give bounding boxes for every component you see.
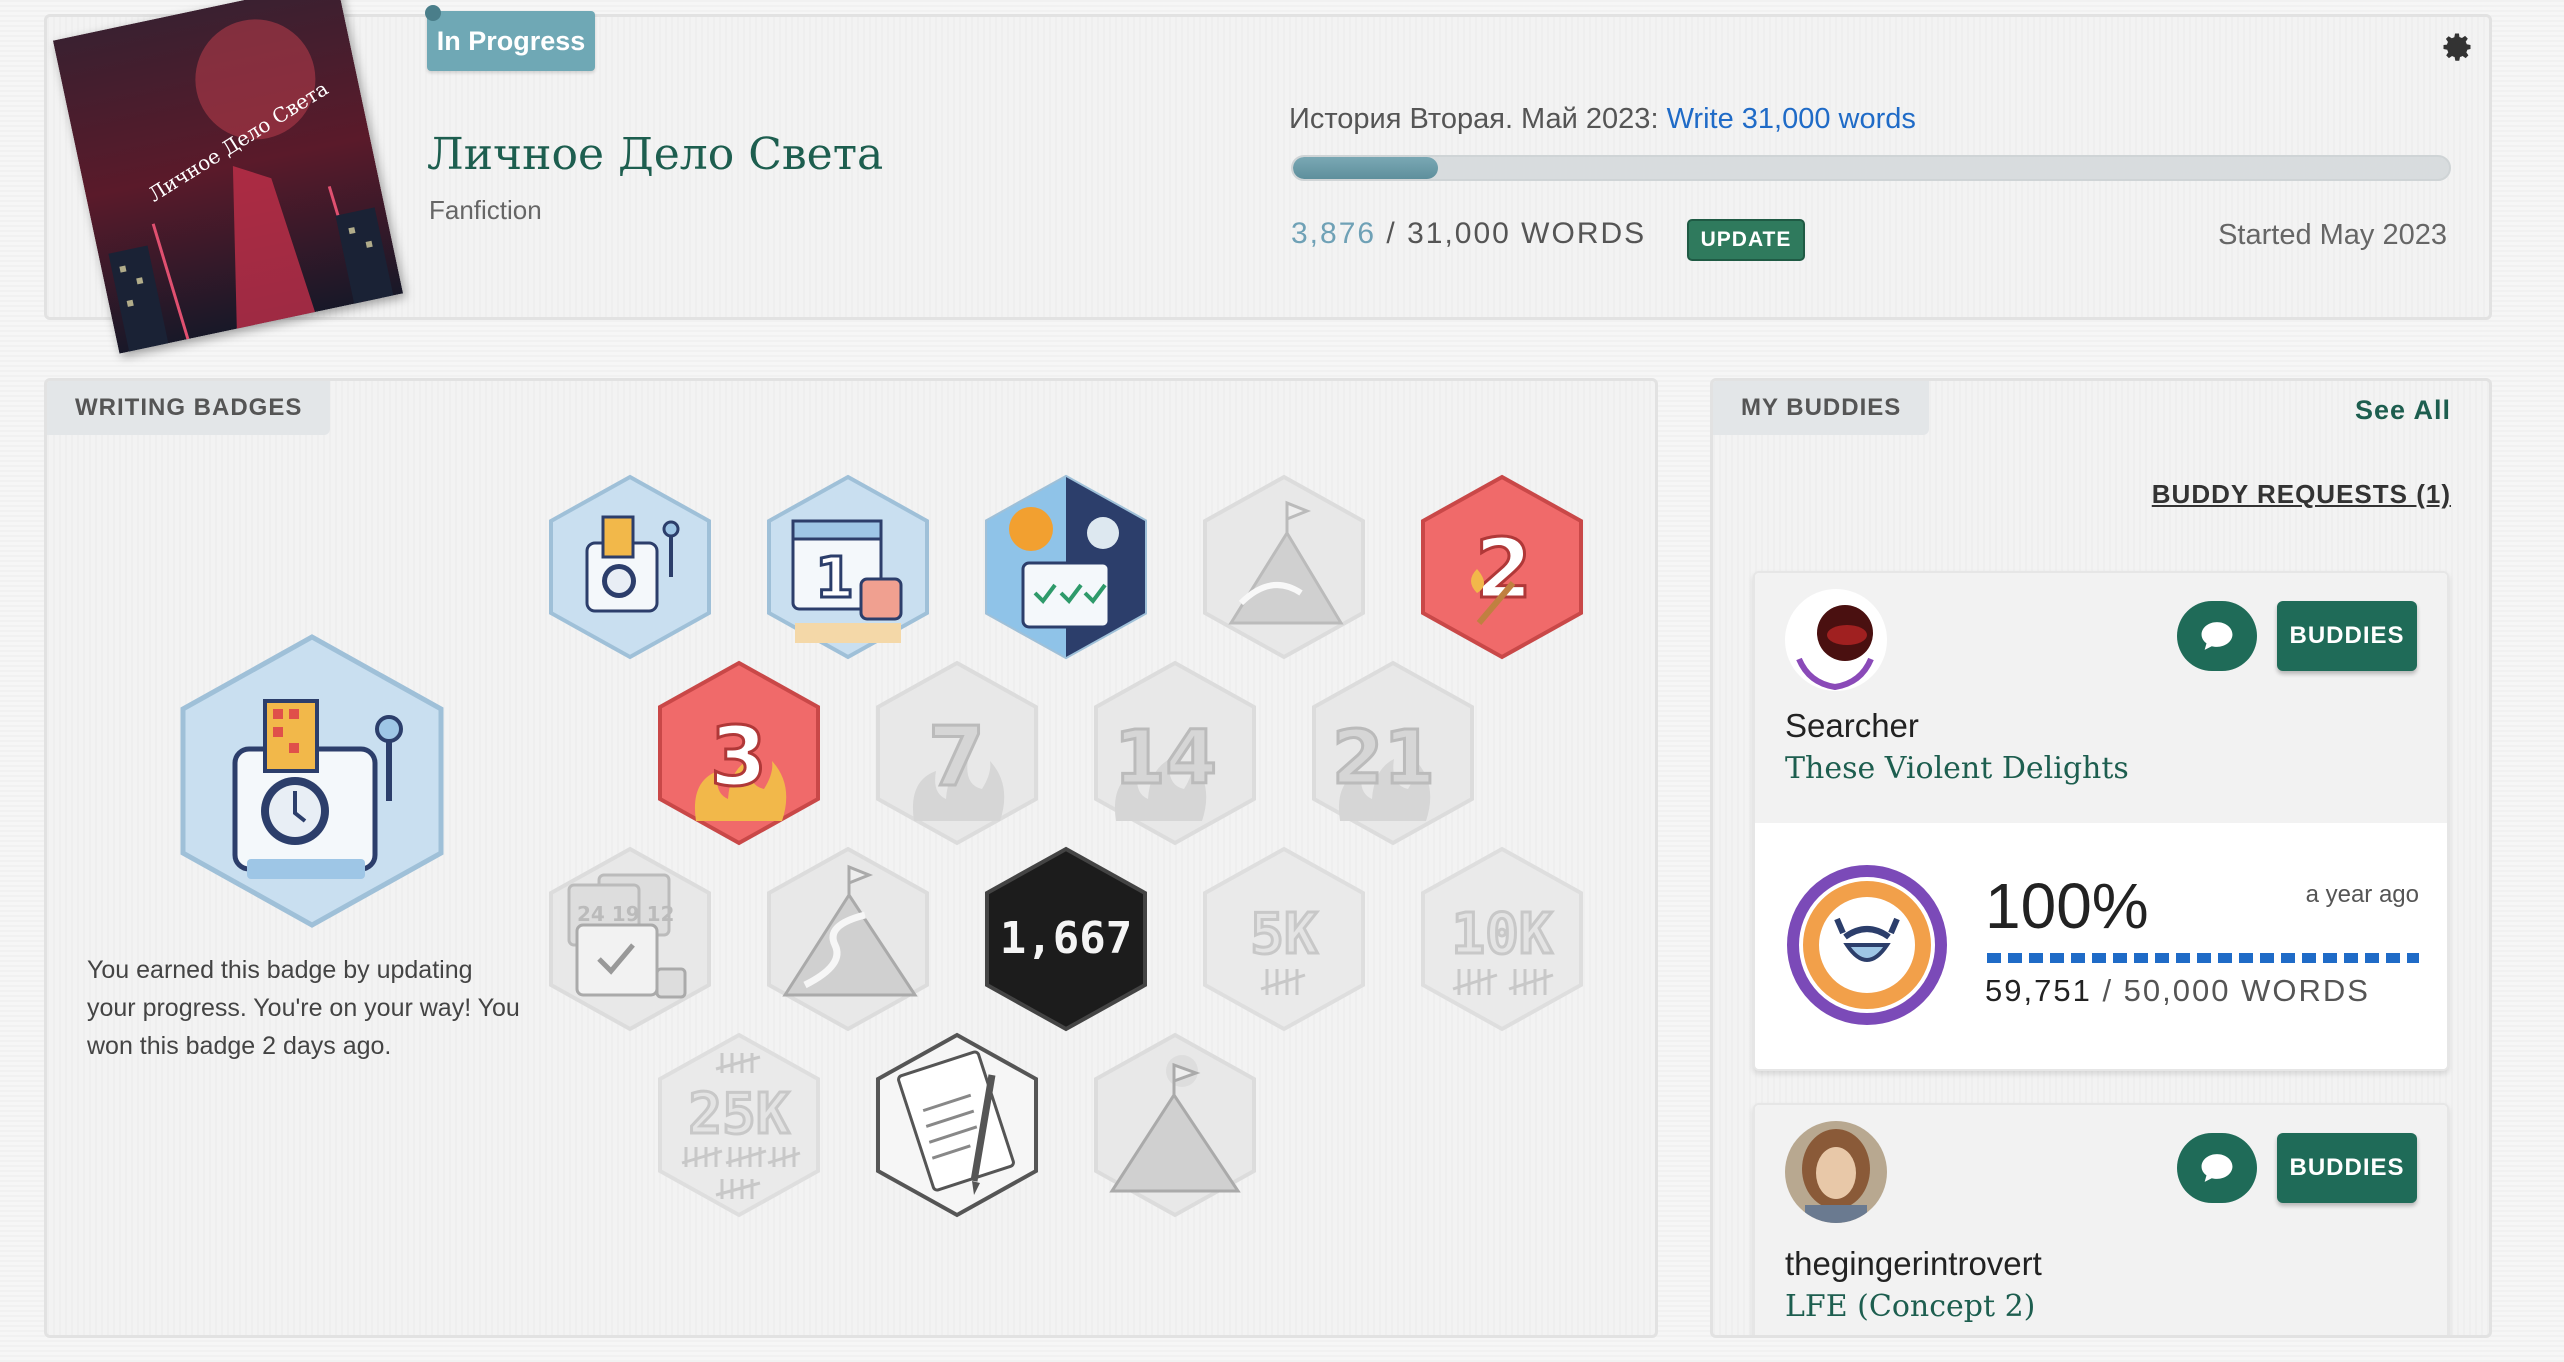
badge-streak-3[interactable]: 3	[656, 659, 822, 847]
badge-description: You earned this badge by updating your p…	[87, 956, 520, 1060]
badge-label: 10K	[1451, 902, 1552, 967]
badge-mountain-path[interactable]	[765, 845, 931, 1033]
project-progress-fill	[1293, 157, 1438, 179]
badge-calendar-mug[interactable]: 1	[765, 473, 931, 661]
buddy-card: BUDDIES Searcher These Violent Delights …	[1753, 571, 2449, 1071]
message-button[interactable]	[2177, 601, 2257, 671]
started-date: Started May 2023	[2218, 219, 2447, 251]
writing-badges-panel: WRITING BADGES You earned this badge by …	[44, 378, 1658, 1338]
buddy-percent: 100%	[1985, 870, 2149, 942]
buddy-name[interactable]: Searcher	[1785, 707, 1919, 745]
badge-match-flame[interactable]: 2	[1419, 473, 1585, 661]
badge-label: 1	[815, 546, 854, 611]
message-button[interactable]	[2177, 1133, 2257, 1203]
project-genre: Fanfiction	[429, 195, 542, 225]
badge-sun-calendar[interactable]	[983, 473, 1149, 661]
badge-mountain-flag[interactable]	[1201, 473, 1367, 661]
buddy-project-title[interactable]: These Violent Delights	[1785, 751, 2129, 786]
badge-10k-words[interactable]: 10K	[1419, 845, 1585, 1033]
badge-label: 1,667	[1000, 913, 1132, 964]
goal-link[interactable]: Write 31,000 words	[1667, 103, 1916, 135]
my-buddies-tab: MY BUDDIES	[1713, 381, 1930, 435]
badge-label: 3	[710, 710, 767, 805]
avatar[interactable]	[1785, 589, 1887, 691]
buddy-card-header: BUDDIES Searcher These Violent Delights	[1755, 573, 2447, 823]
project-cover-image[interactable]: Личное Дело Света	[52, 0, 404, 354]
goal-prefix: История Вторая. Май 2023:	[1289, 103, 1667, 135]
badge-streak-21[interactable]: 21	[1310, 659, 1476, 847]
buddy-word-count: 59,751 / 50,000 WORDS	[1985, 973, 2370, 1009]
chat-bubble-icon	[2201, 622, 2233, 650]
buddy-words-goal: 50,000 WORDS	[2123, 973, 2370, 1008]
badge-label: 2	[1475, 522, 1532, 617]
buddy-card: BUDDIES thegingerintrovert LFE (Concept …	[1753, 1103, 2449, 1335]
buddy-requests-link[interactable]: BUDDY REQUESTS (1)	[2152, 479, 2451, 510]
badge-calendar-stack[interactable]: 24 19 12	[547, 845, 713, 1033]
buddy-project-title[interactable]: LFE (Concept 2)	[1785, 1289, 2035, 1324]
project-title[interactable]: Личное Дело Света	[427, 129, 883, 180]
buddy-words-current: 59,751	[1985, 973, 2092, 1008]
project-progress-bar	[1291, 155, 2451, 181]
badge-notebook-pen[interactable]	[874, 1031, 1040, 1219]
gear-icon[interactable]	[2439, 29, 2475, 65]
buddies-button[interactable]: BUDDIES	[2277, 601, 2417, 671]
update-button[interactable]: UPDATE	[1687, 219, 1805, 261]
writing-badges-tab: WRITING BADGES	[47, 381, 331, 435]
word-count-separator: /	[1376, 217, 1408, 250]
avatar[interactable]	[1785, 1121, 1887, 1223]
status-badge: In Progress	[425, 5, 595, 71]
badge-label: 24 19 12	[577, 902, 674, 926]
badge-label: 14	[1114, 715, 1217, 801]
chat-bubble-icon	[2201, 1154, 2233, 1182]
badge-label: 7	[928, 710, 985, 805]
buddy-updated-time: a year ago	[2305, 881, 2419, 908]
progress-ring	[1787, 865, 1947, 1025]
badge-1667-words[interactable]: 1,667	[983, 845, 1149, 1033]
badge-label: 25K	[688, 1082, 789, 1147]
goal-line: История Вторая. Май 2023: Write 31,000 w…	[1289, 103, 1916, 136]
word-count-goal: 31,000 WORDS	[1407, 217, 1647, 250]
badge-5k-words[interactable]: 5K	[1201, 845, 1367, 1033]
buddy-words-separator: /	[2091, 973, 2124, 1008]
my-buddies-panel: MY BUDDIES See All BUDDY REQUESTS (1) BU…	[1710, 378, 2492, 1338]
buddy-name[interactable]: thegingerintrovert	[1785, 1245, 2042, 1283]
badge-label: 21	[1332, 715, 1435, 801]
word-count-current: 3,876	[1291, 217, 1377, 250]
buddy-progress: 100% a year ago 59,751 / 50,000 WORDS	[1755, 823, 2447, 1069]
badge-summit-flag[interactable]	[1092, 1031, 1258, 1219]
badge-25k-words[interactable]: 25K	[656, 1031, 822, 1219]
badge-slot-machine[interactable]	[547, 473, 713, 661]
word-count: 3,876 / 31,000 WORDS	[1291, 217, 1646, 251]
project-panel: Личное Дело Света In Progress Личное Дел…	[44, 0, 2492, 354]
buddy-card-header: BUDDIES thegingerintrovert LFE (Concept …	[1755, 1105, 2447, 1335]
buddies-button[interactable]: BUDDIES	[2277, 1133, 2417, 1203]
badge-streak-14[interactable]: 14	[1092, 659, 1258, 847]
badge-streak-7[interactable]: 7	[874, 659, 1040, 847]
see-all-link[interactable]: See All	[2355, 395, 2451, 426]
badge-label: 5K	[1250, 902, 1318, 967]
selected-badge	[180, 634, 444, 928]
buddy-progress-bar	[1987, 953, 2419, 963]
